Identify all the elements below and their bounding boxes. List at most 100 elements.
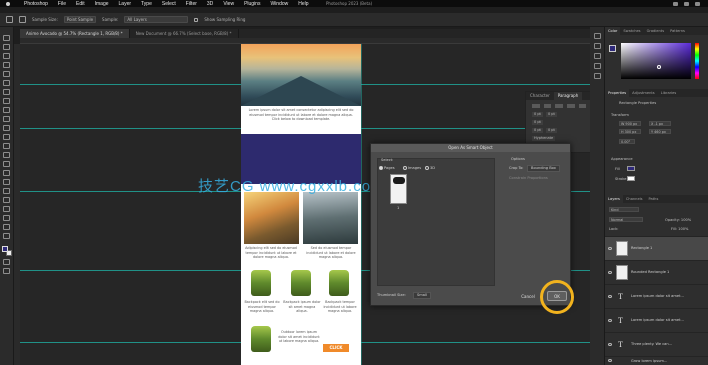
workspace-icon[interactable] <box>684 1 689 6</box>
guide-vertical[interactable] <box>361 44 362 365</box>
home-icon[interactable] <box>6 16 13 23</box>
gradient-tool-icon[interactable] <box>3 152 10 158</box>
tab-patterns[interactable]: Patterns <box>667 27 688 35</box>
artboard-tool-icon[interactable] <box>3 44 10 50</box>
eyedropper-tool-icon[interactable] <box>19 16 26 23</box>
edit-toolbar-icon[interactable] <box>3 233 10 239</box>
path-select-tool-icon[interactable] <box>3 197 10 203</box>
crop-to-select[interactable]: Bounding Box <box>527 165 560 172</box>
quick-select-tool-icon[interactable] <box>3 71 10 77</box>
thumbnail-size-select[interactable]: Small <box>413 292 431 299</box>
constrain-proportions-checkbox[interactable]: Constrain Proportions <box>509 176 548 180</box>
character-panel-icon[interactable] <box>593 53 601 59</box>
space-after-field[interactable]: 0 pt <box>545 128 557 133</box>
tab-swatches[interactable]: Swatches <box>620 27 643 35</box>
crop-tool-icon[interactable] <box>3 80 10 86</box>
menu-layer[interactable]: Layer <box>119 1 132 7</box>
color-picker-field[interactable] <box>621 43 691 79</box>
color-swatches[interactable] <box>1 246 12 256</box>
tab-character[interactable]: Character <box>526 92 554 100</box>
visibility-eye-icon[interactable] <box>608 343 612 346</box>
height-field[interactable]: H 300 px <box>619 129 641 134</box>
layer-row[interactable]: Rounded Rectangle 1 <box>605 260 708 284</box>
menu-plugins[interactable]: Plugins <box>244 1 260 7</box>
visibility-eye-icon[interactable] <box>608 271 612 274</box>
menu-help[interactable]: Help <box>298 1 308 7</box>
3d-radio[interactable] <box>425 166 429 170</box>
type-tool-icon[interactable] <box>3 188 10 194</box>
marquee-tool-icon[interactable] <box>3 53 10 59</box>
hand-tool-icon[interactable] <box>3 215 10 221</box>
space-before-field[interactable]: 0 pt <box>532 128 543 133</box>
history-panel-icon[interactable] <box>593 33 601 39</box>
visibility-eye-icon[interactable] <box>608 359 612 362</box>
healing-brush-tool-icon[interactable] <box>3 107 10 113</box>
visibility-eye-icon[interactable] <box>608 247 612 250</box>
images-radio[interactable] <box>403 166 407 170</box>
layer-row[interactable]: T Three plenty. We can... <box>605 332 708 356</box>
sample-select[interactable]: All Layers <box>124 16 189 23</box>
blur-tool-icon[interactable] <box>3 161 10 167</box>
option-3d[interactable]: 3D <box>425 166 435 170</box>
indent-first-field[interactable]: 0 pt <box>532 120 543 125</box>
apple-menu-icon[interactable] <box>6 1 10 6</box>
layer-row[interactable]: T Lorem ipsum dolor sit amet... <box>605 284 708 308</box>
clone-stamp-tool-icon[interactable] <box>3 125 10 131</box>
tab-libraries[interactable]: Libraries <box>658 89 680 97</box>
angle-field[interactable]: 0.00° <box>619 139 635 144</box>
indent-left-field[interactable]: 0 pt <box>532 112 543 117</box>
eyedropper-tool-icon[interactable] <box>3 98 10 104</box>
lasso-tool-icon[interactable] <box>3 62 10 68</box>
layer-row[interactable]: Rectangle 1 <box>605 236 708 260</box>
tab-properties[interactable]: Properties <box>605 89 630 97</box>
visibility-eye-icon[interactable] <box>608 295 612 298</box>
foreground-color-swatch[interactable] <box>1 246 8 252</box>
glyphs-panel-icon[interactable] <box>593 73 601 79</box>
menu-3d[interactable]: 3D <box>207 1 213 7</box>
rectangle-tool-icon[interactable] <box>3 206 10 212</box>
blend-mode-select[interactable]: Normal <box>609 217 643 222</box>
zoom-tool-icon[interactable] <box>3 224 10 230</box>
foreground-color-swatch[interactable] <box>609 45 616 52</box>
click-button[interactable]: CLICK <box>323 344 349 352</box>
document-page[interactable]: Lorem ipsum dolor sit amet consectetur a… <box>241 44 361 365</box>
menu-photoshop[interactable]: Photoshop <box>24 1 48 7</box>
screen-mode-icon[interactable] <box>3 268 10 274</box>
pen-tool-icon[interactable] <box>3 179 10 185</box>
menu-filter[interactable]: Filter <box>186 1 197 7</box>
frame-tool-icon[interactable] <box>3 89 10 95</box>
indent-right-field[interactable]: 0 pt <box>545 112 557 117</box>
align-right-icon[interactable] <box>555 104 564 108</box>
opacity-field[interactable]: Opacity: 100% <box>665 218 691 222</box>
layer-row[interactable]: T Lorem ipsum dolor sit amet... <box>605 308 708 332</box>
option-images[interactable]: Images <box>403 166 421 170</box>
x-field[interactable]: X -1 px <box>649 121 671 126</box>
tab-adjustments[interactable]: Adjustments <box>629 89 658 97</box>
width-field[interactable]: W 900 px <box>619 121 641 126</box>
hue-slider[interactable] <box>695 43 699 79</box>
tab-paragraph[interactable]: Paragraph <box>553 92 583 100</box>
tab-paths[interactable]: Paths <box>646 195 662 203</box>
visibility-eye-icon[interactable] <box>608 319 612 322</box>
menu-type[interactable]: Type <box>141 1 152 7</box>
layer-row[interactable]: Grow lorem ipsum... <box>605 356 708 365</box>
option-pages[interactable]: Pages <box>379 166 395 170</box>
y-field[interactable]: Y 460 px <box>649 129 671 134</box>
justify-left-icon[interactable] <box>567 104 575 108</box>
quick-mask-icon[interactable] <box>3 259 10 265</box>
cancel-button[interactable]: Cancel <box>519 293 537 301</box>
eraser-tool-icon[interactable] <box>3 143 10 149</box>
menu-view[interactable]: View <box>223 1 234 7</box>
picker-cursor[interactable] <box>657 65 661 69</box>
appearance-section[interactable]: Appearance <box>611 157 633 161</box>
justify-center-icon[interactable] <box>578 104 587 108</box>
align-center-icon[interactable] <box>543 104 552 108</box>
tab-layers[interactable]: Layers <box>605 195 623 203</box>
menu-image[interactable]: Image <box>95 1 109 7</box>
show-sampling-ring-checkbox[interactable] <box>194 17 199 22</box>
fill-color-swatch[interactable] <box>627 166 635 171</box>
move-tool-icon[interactable] <box>3 35 10 41</box>
menu-select[interactable]: Select <box>162 1 176 7</box>
tab-anime-avocado[interactable]: Anime Avocado @ 54.7% (Rectangle 1, RGB/… <box>20 29 130 38</box>
properties-panel-icon[interactable] <box>593 43 601 49</box>
